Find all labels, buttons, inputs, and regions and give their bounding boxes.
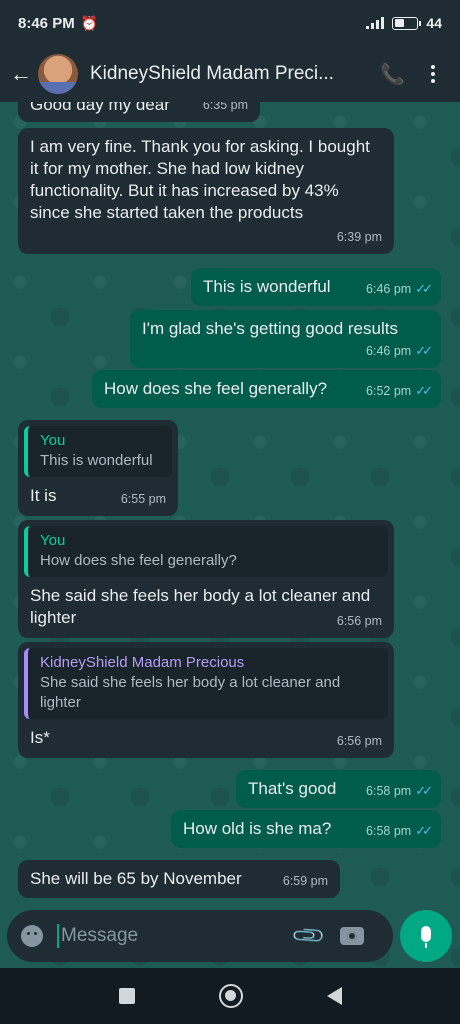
- avatar[interactable]: [38, 54, 78, 94]
- message-bubble[interactable]: I'm glad she's getting good results 6:46…: [130, 310, 441, 368]
- battery-percent: 44: [426, 15, 442, 31]
- message-time: 6:52 pm: [366, 384, 412, 398]
- message-time: 6:58 pm: [366, 824, 412, 838]
- read-ticks-icon: ✓✓: [415, 343, 433, 358]
- emoji-icon[interactable]: [21, 925, 43, 947]
- message-composer: 📎: [0, 906, 460, 968]
- message-text: Is*: [30, 728, 50, 747]
- battery-icon: [392, 16, 422, 30]
- quoted-message[interactable]: You This is wonderful: [24, 426, 172, 477]
- message-text: I'm glad she's getting good results: [142, 319, 398, 338]
- message-time: 6:35 pm: [202, 102, 248, 112]
- message-bubble[interactable]: I am very fine. Thank you for asking. I …: [18, 128, 394, 254]
- message-bubble[interactable]: KidneyShield Madam Precious She said she…: [18, 642, 394, 758]
- message-bubble[interactable]: She will be 65 by November 6:59 pm: [18, 860, 340, 898]
- message-input-pill: 📎: [7, 910, 393, 962]
- message-text: She said she feels her body a lot cleane…: [30, 586, 371, 627]
- back-triangle-icon[interactable]: [326, 987, 342, 1005]
- message-text: How does she feel generally?: [104, 379, 328, 398]
- message-bubble[interactable]: How old is she ma? 6:58 pm ✓✓: [171, 810, 441, 848]
- message-bubble[interactable]: You This is wonderful It is 6:55 pm: [18, 420, 178, 516]
- alarm-icon: ⏰: [80, 14, 99, 31]
- read-ticks-icon: ✓✓: [415, 383, 433, 398]
- message-time: 6:39 pm: [336, 230, 382, 244]
- quote-author: KidneyShield Madam Precious: [40, 654, 245, 671]
- read-ticks-icon: ✓✓: [415, 783, 433, 798]
- status-time: 8:46 PM: [18, 14, 75, 32]
- message-bubble[interactable]: This is wonderful 6:46 pm ✓✓: [191, 268, 441, 306]
- attachment-icon[interactable]: 📎: [290, 917, 328, 955]
- add-call-icon[interactable]: 📞: [380, 62, 405, 87]
- message-bubble[interactable]: How does she feel generally? 6:52 pm ✓✓: [92, 370, 441, 408]
- chat-header: ← KidneyShield Madam Preci... 📞: [0, 46, 460, 102]
- quote-text: This is wonderful: [40, 452, 153, 469]
- quote-author: You: [40, 432, 66, 449]
- system-navigation-bar: [0, 968, 460, 1024]
- signal-icon: [366, 17, 385, 29]
- message-bubble[interactable]: You How does she feel generally? She sai…: [18, 520, 394, 638]
- status-bar: 8:46 PM ⏰ 44: [0, 0, 460, 46]
- camera-icon[interactable]: [340, 927, 365, 945]
- chat-title[interactable]: KidneyShield Madam Preci...: [90, 63, 362, 85]
- quoted-message[interactable]: KidneyShield Madam Precious She said she…: [24, 648, 388, 719]
- message-text: Good day my dear: [30, 102, 170, 114]
- home-icon[interactable]: [218, 984, 243, 1008]
- message-time: 6:56 pm: [336, 734, 382, 748]
- arrow-left-icon[interactable]: ←: [10, 61, 36, 87]
- message-bubble[interactable]: That's good 6:58 pm ✓✓: [236, 770, 441, 808]
- message-time: 6:59 pm: [282, 874, 328, 888]
- read-ticks-icon: ✓✓: [415, 281, 433, 296]
- quoted-message[interactable]: You How does she feel generally?: [24, 526, 388, 577]
- quote-text: How does she feel generally?: [40, 552, 237, 569]
- message-time: 6:55 pm: [120, 492, 166, 506]
- message-time: 6:58 pm: [366, 784, 412, 798]
- message-bubble[interactable]: Good day my dear 6:35 pm: [18, 102, 260, 122]
- message-text: That's good: [248, 779, 337, 798]
- quote-text: She said she feels her body a lot cleane…: [40, 674, 341, 711]
- message-input[interactable]: [61, 925, 281, 947]
- read-ticks-icon: ✓✓: [415, 823, 433, 838]
- message-text: This is wonderful: [203, 277, 331, 296]
- more-vertical-icon[interactable]: [430, 65, 435, 83]
- quote-author: You: [40, 532, 66, 549]
- message-text: I am very fine. Thank you for asking. I …: [30, 137, 370, 222]
- recent-apps-icon[interactable]: [118, 988, 135, 1004]
- message-time: 6:46 pm: [366, 282, 412, 296]
- message-text: How old is she ma?: [183, 819, 332, 838]
- chat-area[interactable]: Good day my dear 6:35 pm I am very fine.…: [0, 102, 460, 968]
- voice-record-button[interactable]: [400, 910, 452, 962]
- message-text: She will be 65 by November: [30, 869, 242, 888]
- microphone-icon: [421, 926, 431, 948]
- text-caret: [57, 924, 59, 948]
- message-time: 6:46 pm: [366, 344, 412, 358]
- message-time: 6:56 pm: [336, 614, 382, 628]
